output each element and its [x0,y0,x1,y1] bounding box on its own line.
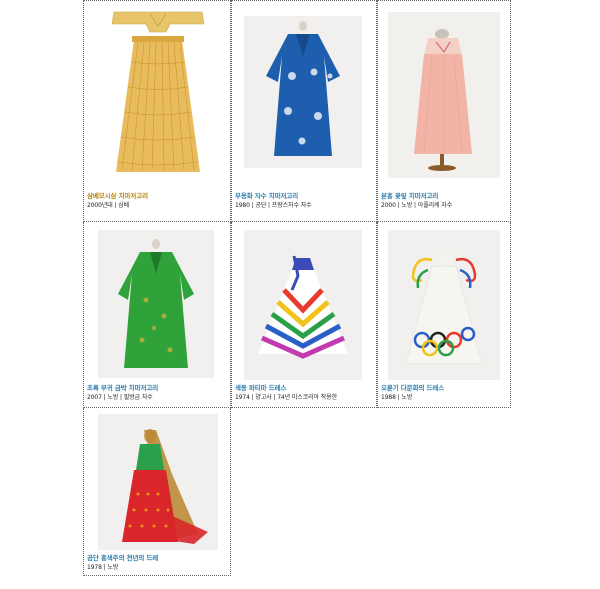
item-subtitle-1: 2000년대 | 삼베 [87,202,130,209]
item-subtitle-3: 2000 | 노방 | 아플리케 자수 [381,202,453,209]
item-photo-6 [388,230,500,380]
olympic-dress-image [388,230,500,380]
catalog-page: 삼베모시삼 치마저고리 2000년대 | 삼베 무용화 자수 치마저고리 198… [0,0,600,589]
catalog-item-5: 색동 파티마 드레스 1974 | 양고사 | 74년 미스코리아 착용한 [231,222,377,408]
item-title-3: 분홍 꽃잎 치마저고리 [381,192,439,200]
item-subtitle-6: 1988 | 노방 [381,394,413,401]
catalog-item-7: 공단 홍색주의 천년의 드레 1978 | 노방 [83,408,231,576]
item-title-4: 초록 부귀 금박 치마저고리 [87,384,159,392]
golden-hanbok-image [111,11,205,172]
pink-hanbok-image [388,12,500,178]
red-dress-image [98,414,218,550]
item-subtitle-2: 1980 | 공단 | 프랑스자수 자수 [235,202,312,209]
item-photo-3 [388,12,500,178]
catalog-item-4: 초록 부귀 금박 치마저고리 2007 | 노방 | 필방금 자수 [83,222,231,408]
item-title-6: 오륜기 다문화의 드레스 [381,384,445,392]
item-subtitle-4: 2007 | 노방 | 필방금 자수 [87,394,153,401]
blue-robe-image [244,16,362,168]
item-photo-1 [92,2,224,182]
green-robe-image [98,230,214,378]
item-title-5: 색동 파티마 드레스 [235,384,287,392]
saekdong-dress-image [244,230,362,380]
catalog-item-1: 삼베모시삼 치마저고리 2000년대 | 삼베 [83,0,231,222]
item-subtitle-5: 1974 | 양고사 | 74년 미스코리아 착용한 [235,394,338,401]
catalog-item-2: 무용화 자수 치마저고리 1980 | 공단 | 프랑스자수 자수 [231,0,377,222]
item-photo-5 [244,230,362,380]
item-title-2: 무용화 자수 치마저고리 [235,192,299,200]
catalog-item-6: 오륜기 다문화의 드레스 1988 | 노방 [377,222,511,408]
item-photo-4 [98,230,214,378]
table-top-border [83,0,511,1]
catalog-item-3: 분홍 꽃잎 치마저고리 2000 | 노방 | 아플리케 자수 [377,0,511,222]
item-photo-2 [244,16,362,168]
item-photo-7 [98,414,218,550]
item-title-1: 삼베모시삼 치마저고리 [87,192,148,200]
item-subtitle-7: 1978 | 노방 [87,564,119,571]
item-title-7: 공단 홍색주의 천년의 드레 [87,554,159,562]
